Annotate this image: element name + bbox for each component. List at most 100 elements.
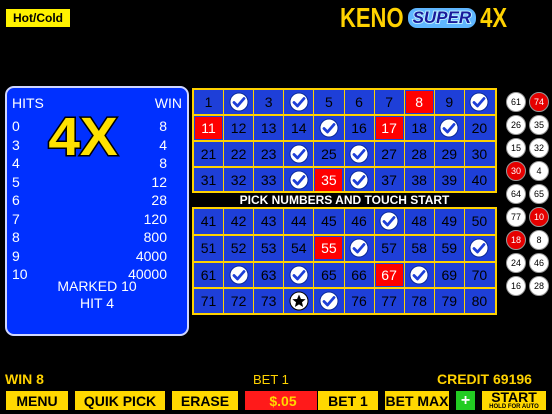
keno-number-71[interactable]: 71 xyxy=(195,290,222,312)
keno-number-74[interactable] xyxy=(285,290,312,312)
keno-number-9[interactable]: 9 xyxy=(436,91,463,113)
keno-number-76[interactable]: 76 xyxy=(346,290,373,312)
keno-number-69[interactable]: 69 xyxy=(436,264,463,286)
keno-number-7[interactable]: 7 xyxy=(376,91,403,113)
keno-number-18[interactable]: 18 xyxy=(406,117,433,139)
keno-number-6[interactable]: 6 xyxy=(346,91,373,113)
keno-number-35[interactable]: 35 xyxy=(315,169,343,191)
keno-number-21[interactable]: 21 xyxy=(195,143,222,165)
keno-number-42[interactable]: 42 xyxy=(225,210,252,232)
bet-denomination-button[interactable]: $.05 xyxy=(244,390,322,411)
keno-number-49[interactable]: 49 xyxy=(436,210,463,232)
drawn-ball: 77 xyxy=(506,207,526,227)
keno-number-41[interactable]: 41 xyxy=(195,210,222,232)
keno-number-40[interactable]: 40 xyxy=(466,169,493,191)
keno-number-39[interactable]: 39 xyxy=(436,169,463,191)
keno-number-28[interactable]: 28 xyxy=(406,143,433,165)
keno-number-23[interactable]: 23 xyxy=(255,143,282,165)
hot-cold-button[interactable]: Hot/Cold xyxy=(5,8,71,28)
keno-number-62[interactable] xyxy=(225,264,252,286)
keno-number-56[interactable] xyxy=(346,237,373,259)
keno-number-77[interactable]: 77 xyxy=(376,290,403,312)
keno-number-36[interactable] xyxy=(346,169,373,191)
keno-number-16[interactable]: 16 xyxy=(346,117,373,139)
keno-number-11[interactable]: 11 xyxy=(195,117,222,139)
keno-number-72[interactable]: 72 xyxy=(225,290,252,312)
keno-number-55[interactable]: 55 xyxy=(315,237,343,259)
keno-number-46[interactable]: 46 xyxy=(346,210,373,232)
keno-number-32[interactable]: 32 xyxy=(225,169,252,191)
keno-number-70[interactable]: 70 xyxy=(466,264,493,286)
keno-number-13[interactable]: 13 xyxy=(255,117,282,139)
quik-pick-button[interactable]: QUIK PICK xyxy=(74,390,166,411)
paytable-win: 8 xyxy=(159,118,167,134)
keno-number-4[interactable] xyxy=(285,91,312,113)
grid-line xyxy=(194,114,495,116)
keno-number-59[interactable]: 59 xyxy=(436,237,463,259)
grid-line xyxy=(194,261,495,263)
keno-number-52[interactable]: 52 xyxy=(225,237,252,259)
logo-4x: 4X xyxy=(480,1,508,33)
keno-number-24[interactable] xyxy=(285,143,312,165)
keno-number-20[interactable]: 20 xyxy=(466,117,493,139)
keno-number-37[interactable]: 37 xyxy=(376,169,403,191)
bet-one-button[interactable]: BET 1 xyxy=(317,390,379,411)
keno-number-8[interactable]: 8 xyxy=(405,91,433,113)
keno-number-73[interactable]: 73 xyxy=(255,290,282,312)
keno-number-75[interactable] xyxy=(315,290,342,312)
keno-number-66[interactable]: 66 xyxy=(346,264,373,286)
keno-number-25[interactable]: 25 xyxy=(315,143,342,165)
keno-number-15[interactable] xyxy=(315,117,342,139)
keno-number-79[interactable]: 79 xyxy=(436,290,463,312)
keno-number-17[interactable]: 17 xyxy=(375,117,403,139)
keno-number-19[interactable] xyxy=(436,117,463,139)
keno-number-31[interactable]: 31 xyxy=(195,169,222,191)
keno-number-45[interactable]: 45 xyxy=(315,210,342,232)
keno-number-51[interactable]: 51 xyxy=(195,237,222,259)
keno-number-14[interactable]: 14 xyxy=(285,117,312,139)
keno-number-2[interactable] xyxy=(225,91,252,113)
keno-number-54[interactable]: 54 xyxy=(285,237,312,259)
keno-number-38[interactable]: 38 xyxy=(406,169,433,191)
keno-number-50[interactable]: 50 xyxy=(466,210,493,232)
keno-number-10[interactable] xyxy=(466,91,493,113)
keno-number-44[interactable]: 44 xyxy=(285,210,312,232)
keno-number-64[interactable] xyxy=(285,264,312,286)
keno-number-29[interactable]: 29 xyxy=(436,143,463,165)
keno-number-12[interactable]: 12 xyxy=(225,117,252,139)
keno-number-78[interactable]: 78 xyxy=(406,290,433,312)
keno-number-48[interactable]: 48 xyxy=(406,210,433,232)
keno-number-63[interactable]: 63 xyxy=(255,264,282,286)
keno-number-57[interactable]: 57 xyxy=(376,237,403,259)
keno-number-5[interactable]: 5 xyxy=(315,91,342,113)
keno-number-47[interactable] xyxy=(376,210,403,232)
bet-max-button[interactable]: BET MAX xyxy=(384,390,450,411)
keno-number-67[interactable]: 67 xyxy=(375,264,403,286)
start-button[interactable]: START HOLD FOR AUTO xyxy=(481,390,547,411)
keno-number-61[interactable]: 61 xyxy=(195,264,222,286)
hits-column-label: HITS xyxy=(12,95,44,111)
erase-button[interactable]: ERASE xyxy=(171,390,239,411)
plus-button[interactable]: + xyxy=(455,390,476,411)
keno-number-65[interactable]: 65 xyxy=(315,264,342,286)
drawn-ball: 16 xyxy=(506,276,526,296)
keno-number-43[interactable]: 43 xyxy=(255,210,282,232)
keno-number-34[interactable] xyxy=(285,169,312,191)
menu-button[interactable]: MENU xyxy=(5,390,69,411)
keno-number-68[interactable] xyxy=(406,264,433,286)
keno-number-30[interactable]: 30 xyxy=(466,143,493,165)
keno-number-33[interactable]: 33 xyxy=(255,169,282,191)
drawn-ball: 35 xyxy=(529,115,549,135)
keno-number-22[interactable]: 22 xyxy=(225,143,252,165)
drawn-ball: 24 xyxy=(506,253,526,273)
keno-number-26[interactable] xyxy=(346,143,373,165)
paytable-row: 5 12 xyxy=(12,174,167,190)
keno-number-53[interactable]: 53 xyxy=(255,237,282,259)
keno-number-27[interactable]: 27 xyxy=(376,143,403,165)
keno-number-1[interactable]: 1 xyxy=(195,91,222,113)
keno-number-3[interactable]: 3 xyxy=(255,91,282,113)
keno-number-60[interactable] xyxy=(466,237,493,259)
keno-number-80[interactable]: 80 xyxy=(466,290,493,312)
paytable-win: 28 xyxy=(151,192,167,208)
keno-number-58[interactable]: 58 xyxy=(406,237,433,259)
